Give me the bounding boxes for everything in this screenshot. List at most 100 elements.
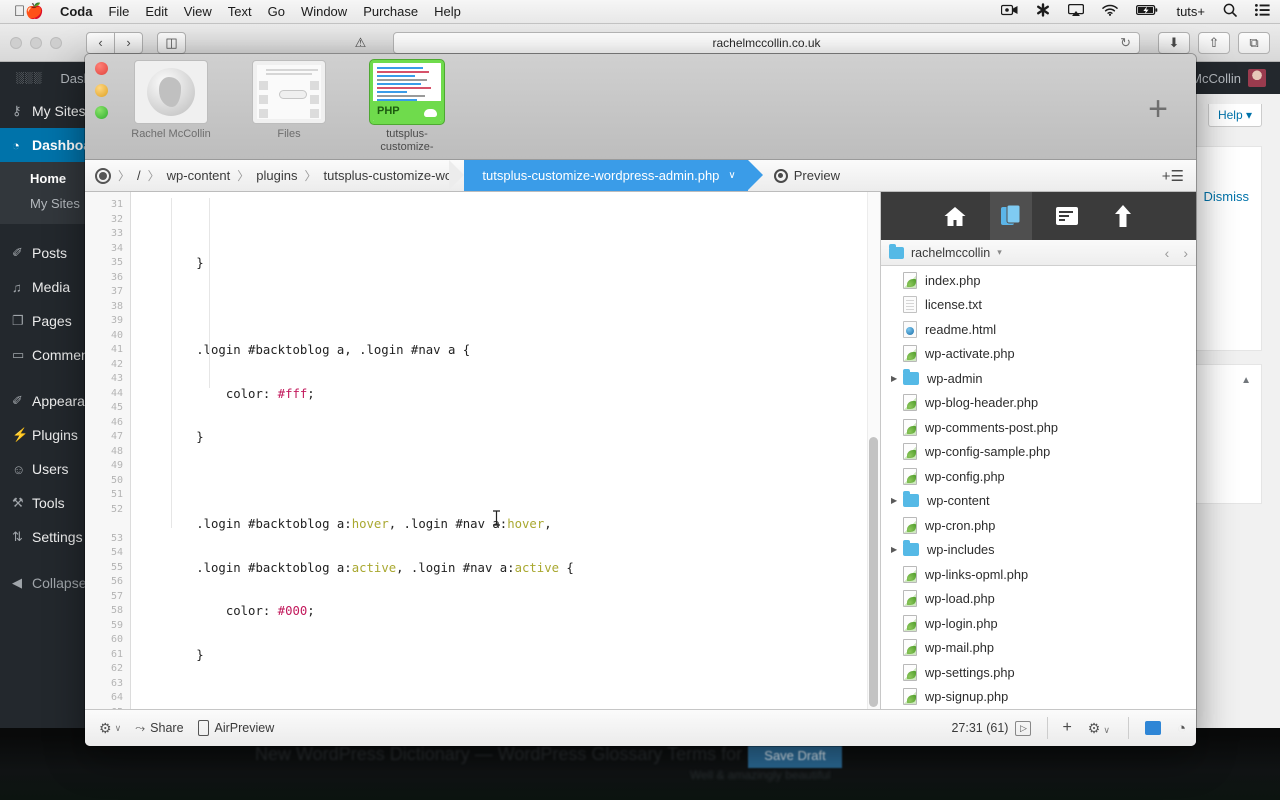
- share-button[interactable]: ⇧: [1198, 31, 1230, 54]
- chevron-up-icon[interactable]: ▲: [1241, 375, 1251, 386]
- avatar[interactable]: [1248, 69, 1266, 87]
- close-button[interactable]: [10, 36, 22, 49]
- back-button[interactable]: ‹: [86, 31, 115, 54]
- battery-charging-icon[interactable]: [1136, 4, 1158, 19]
- airpreview-button[interactable]: AirPreview: [197, 720, 275, 736]
- files-icon[interactable]: [989, 192, 1032, 240]
- file-name[interactable]: wp-signup.php: [925, 689, 1008, 704]
- file-name[interactable]: wp-config.php: [925, 469, 1005, 484]
- remote-preview-icon[interactable]: ◔: [1177, 720, 1186, 737]
- editor-scrollbar-thumb[interactable]: [869, 437, 878, 707]
- nav-buttons[interactable]: ‹ ›: [86, 31, 143, 54]
- forward-button[interactable]: ›: [114, 31, 143, 54]
- zoom-button[interactable]: [50, 36, 62, 49]
- doc-tab-site[interactable]: Rachel McCollin: [123, 60, 219, 154]
- sidebar-item-label: Users: [32, 461, 69, 477]
- sidebar-settings-button[interactable]: ⚙ ∨: [1088, 720, 1110, 737]
- add-file-button[interactable]: +: [1062, 719, 1071, 737]
- wp-account-name[interactable]: McCollin: [1191, 71, 1241, 86]
- file-name[interactable]: wp-content: [927, 493, 990, 508]
- address-bar[interactable]: rachelmccollin.co.uk ↻: [393, 31, 1140, 54]
- new-tab-button[interactable]: +: [1148, 92, 1168, 126]
- disclosure-triangle[interactable]: ▶: [891, 545, 903, 554]
- terminal-icon[interactable]: [1046, 192, 1088, 240]
- file-name[interactable]: wp-load.php: [925, 591, 995, 606]
- sidebar-toggle-button[interactable]: ◫: [157, 31, 186, 54]
- minimize-button[interactable]: [95, 84, 108, 97]
- menu-item-text[interactable]: Text: [228, 4, 252, 19]
- local-preview-icon[interactable]: [1144, 721, 1161, 735]
- preview-button[interactable]: Preview: [773, 168, 840, 183]
- reload-icon[interactable]: ↻: [1120, 35, 1131, 51]
- share-button[interactable]: ⤳ Share: [135, 721, 183, 736]
- doc-tab-php[interactable]: PHP tutsplus- customize-: [359, 60, 455, 154]
- notification-center-icon[interactable]: [1255, 4, 1270, 19]
- code-editor[interactable]: 31 32 33 34 35 36 37 38 39 40 41 42 43 4…: [85, 192, 880, 709]
- menu-item-view[interactable]: View: [184, 4, 212, 19]
- breadcrumb-item-wp-content[interactable]: wp-content: [167, 168, 231, 183]
- wifi-icon[interactable]: [1102, 4, 1119, 19]
- editor-settings-button[interactable]: ⚙ ∨: [99, 720, 121, 737]
- code-text-area[interactable]: } .login #backtoblog a, .login #nav a { …: [131, 192, 880, 709]
- spotlight-search-icon[interactable]: [1223, 3, 1237, 20]
- file-name[interactable]: wp-links-opml.php: [925, 567, 1028, 582]
- file-name[interactable]: license.txt: [925, 297, 982, 312]
- airplay-icon[interactable]: [1068, 3, 1085, 20]
- file-name[interactable]: wp-settings.php: [925, 665, 1015, 680]
- close-button[interactable]: [95, 62, 108, 75]
- chevron-down-icon[interactable]: ▾: [997, 247, 1002, 258]
- file-name[interactable]: readme.html: [925, 322, 996, 337]
- file-name[interactable]: wp-includes: [927, 542, 995, 557]
- breadcrumb-item-plugin-folder[interactable]: tutsplus-customize-wor: [323, 168, 456, 183]
- root-folder-name[interactable]: rachelmccollin: [911, 246, 990, 260]
- help-tab-button[interactable]: Help ▾: [1207, 104, 1262, 127]
- asterisk-icon[interactable]: [1036, 3, 1050, 20]
- wp-logo-icon[interactable]: ░░░: [16, 72, 42, 84]
- menu-item-window[interactable]: Window: [301, 4, 347, 19]
- split-editor-button[interactable]: +☰: [1162, 167, 1184, 185]
- screen-record-icon[interactable]: [1001, 4, 1018, 19]
- zoom-button[interactable]: [95, 106, 108, 119]
- downloads-button[interactable]: ⬇: [1158, 31, 1190, 54]
- file-name[interactable]: index.php: [925, 273, 981, 288]
- dismiss-link[interactable]: Dismiss: [1204, 189, 1250, 204]
- apple-menu-icon[interactable]: 🍎: [14, 4, 44, 19]
- nav-back-button[interactable]: ‹: [1165, 245, 1170, 261]
- file-name[interactable]: wp-activate.php: [925, 346, 1015, 361]
- user-account-label[interactable]: tuts+: [1176, 4, 1205, 19]
- php-file-icon: [903, 467, 917, 485]
- breadcrumb-item-plugins[interactable]: plugins: [256, 168, 297, 183]
- coda-traffic-lights[interactable]: [95, 62, 108, 119]
- nav-forward-button[interactable]: ›: [1183, 245, 1188, 261]
- php-file-icon: [903, 418, 917, 436]
- editor-scrollbar-track[interactable]: [867, 192, 880, 709]
- file-name[interactable]: wp-admin: [927, 371, 982, 386]
- file-name[interactable]: wp-comments-post.php: [925, 420, 1058, 435]
- menu-item-help[interactable]: Help: [434, 4, 461, 19]
- goto-line-button[interactable]: ▷: [1015, 720, 1032, 736]
- home-icon[interactable]: [934, 192, 976, 240]
- menu-item-file[interactable]: File: [108, 4, 129, 19]
- menu-item-edit[interactable]: Edit: [145, 4, 167, 19]
- file-name[interactable]: wp-login.php: [925, 616, 998, 631]
- disclosure-triangle[interactable]: ▶: [891, 374, 903, 383]
- menu-item-coda[interactable]: Coda: [60, 4, 93, 19]
- show-tabs-button[interactable]: ⧉: [1238, 31, 1270, 54]
- upload-icon[interactable]: [1102, 192, 1144, 240]
- line-number: 64: [110, 692, 123, 703]
- file-name[interactable]: wp-cron.php: [925, 518, 995, 533]
- airpreview-label: AirPreview: [214, 721, 275, 735]
- doc-tab-files[interactable]: Files: [241, 60, 337, 154]
- menu-item-purchase[interactable]: Purchase: [363, 4, 418, 19]
- breadcrumb-item-root[interactable]: /: [137, 168, 141, 183]
- file-name[interactable]: wp-mail.php: [925, 640, 994, 655]
- file-name[interactable]: wp-blog-header.php: [925, 395, 1038, 410]
- menu-item-go[interactable]: Go: [268, 4, 285, 19]
- breadcrumb-active-file[interactable]: tutsplus-customize-wordpress-admin.php ∨: [449, 160, 764, 191]
- file-list[interactable]: index.php license.txt readme.html wp-act…: [881, 266, 1196, 709]
- safari-traffic-lights[interactable]: [10, 36, 62, 49]
- file-name[interactable]: wp-config-sample.php: [925, 444, 1050, 459]
- site-eye-icon[interactable]: [95, 167, 111, 184]
- minimize-button[interactable]: [30, 36, 42, 49]
- disclosure-triangle[interactable]: ▶: [891, 496, 903, 505]
